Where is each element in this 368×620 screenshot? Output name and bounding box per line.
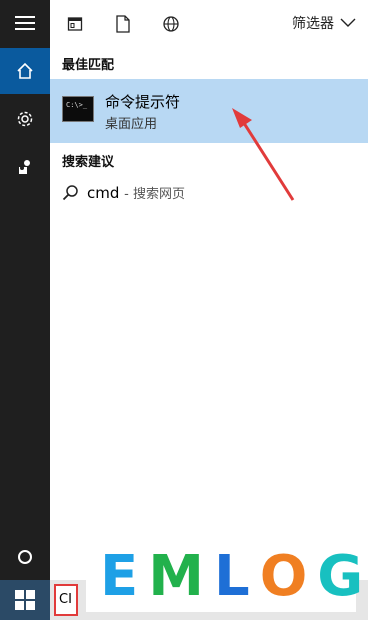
- start-button[interactable]: [0, 580, 50, 620]
- search-results-panel: 筛选器 最佳匹配 C:\>_ 命令提示符 桌面应用 搜索建议 cmd - 搜索网…: [50, 0, 368, 580]
- best-match-result[interactable]: C:\>_ 命令提示符 桌面应用: [50, 79, 368, 143]
- apps-filter-button[interactable]: [64, 13, 86, 35]
- taskbar-search-box[interactable]: CI: [54, 584, 78, 616]
- globe-icon: [163, 16, 179, 32]
- hamburger-icon: [15, 16, 35, 30]
- suggestions-heading: 搜索建议: [62, 155, 115, 170]
- watermark-letter: G: [317, 544, 364, 609]
- app-window-icon: [67, 17, 83, 31]
- home-icon: [17, 62, 33, 79]
- watermark-letter: E: [100, 544, 139, 609]
- settings-button[interactable]: [0, 96, 50, 142]
- cortana-button[interactable]: [0, 534, 50, 580]
- left-rail: [0, 0, 50, 620]
- cortana-circle-icon: [18, 550, 32, 564]
- web-suggestion-item[interactable]: cmd - 搜索网页: [50, 178, 368, 210]
- watermark-letter: O: [259, 544, 308, 609]
- emlog-watermark: E M L O G: [86, 542, 363, 612]
- people-icon: [19, 160, 30, 174]
- people-button[interactable]: [0, 144, 50, 190]
- menu-button[interactable]: [0, 0, 50, 46]
- chevron-down-icon: [340, 18, 356, 27]
- watermark-letter: M: [148, 544, 204, 609]
- best-match-title: 命令提示符: [105, 93, 181, 111]
- command-prompt-icon-text: C:\>_: [66, 101, 88, 109]
- best-match-heading: 最佳匹配: [62, 58, 115, 73]
- windows-logo-icon: [15, 590, 35, 610]
- gear-icon: [17, 111, 33, 127]
- suggestion-query: cmd: [87, 184, 120, 202]
- watermark-letter: L: [214, 544, 250, 609]
- documents-filter-button[interactable]: [112, 13, 134, 35]
- filter-dropdown[interactable]: 筛选器: [292, 13, 356, 33]
- search-toolbar: 筛选器: [50, 0, 368, 46]
- watermark-logo: E M L O G: [100, 546, 363, 608]
- home-button[interactable]: [0, 48, 50, 94]
- suggestion-suffix: - 搜索网页: [124, 187, 185, 202]
- command-prompt-icon: C:\>_: [62, 96, 94, 122]
- best-match-subtitle: 桌面应用: [105, 117, 158, 132]
- web-filter-button[interactable]: [160, 13, 182, 35]
- filter-label: 筛选器: [292, 16, 334, 32]
- search-icon: [62, 185, 78, 201]
- document-icon: [116, 15, 130, 33]
- suggestion-text: cmd - 搜索网页: [87, 183, 185, 202]
